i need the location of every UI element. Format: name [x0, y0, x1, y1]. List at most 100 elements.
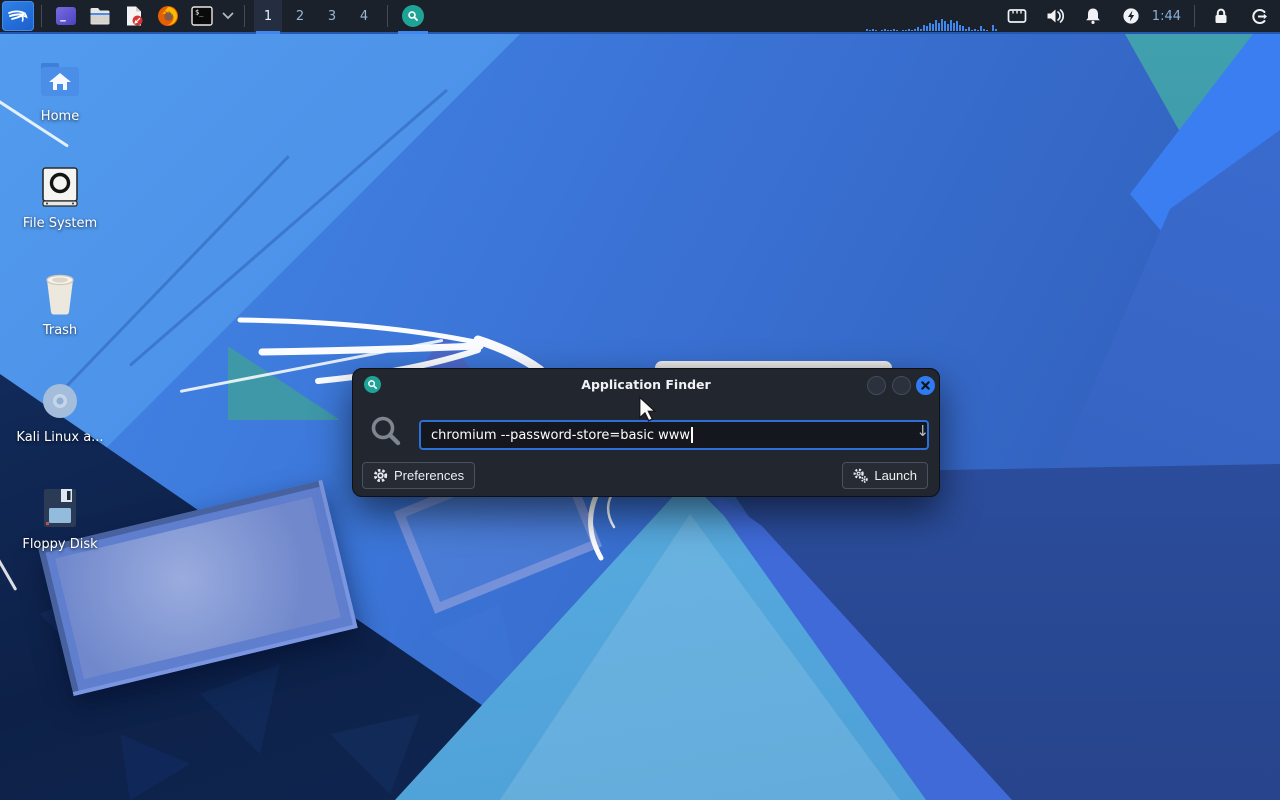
cpu-graph-bar	[871, 28, 874, 31]
chevron-down-icon	[222, 12, 234, 20]
desktop-icon-label: Floppy Disk	[22, 537, 98, 552]
clock[interactable]: 1:44	[1152, 9, 1181, 24]
cpu-graph-bar	[961, 26, 964, 31]
execute-gears-icon	[853, 468, 869, 483]
cpu-graph-bar	[982, 28, 985, 31]
workspace-2[interactable]: 2	[286, 0, 314, 32]
launcher-text-editor[interactable]	[121, 3, 147, 29]
application-finder-window: Application Finder chromium --password-s…	[352, 368, 940, 497]
preferences-button[interactable]: Preferences	[362, 462, 476, 489]
cpu-graph-bar	[985, 29, 988, 31]
cpu-graph-bar	[970, 29, 973, 31]
cpu-graph-bar	[976, 29, 979, 31]
notifications-bell-icon[interactable]	[1082, 5, 1104, 27]
cpu-graph-bar	[916, 27, 919, 31]
desktop-icon-file-system[interactable]: File System	[12, 163, 108, 231]
cpu-graph-bar	[892, 28, 895, 31]
cpu-graph-bar	[967, 27, 970, 31]
cpu-graph-bar	[964, 28, 967, 31]
window-icon	[56, 7, 76, 25]
panel-separator	[387, 5, 388, 27]
cpu-graph-bar	[910, 29, 913, 31]
cpu-graph-bar	[994, 28, 997, 31]
cpu-graph-bar	[922, 25, 925, 31]
file-manager-icon	[90, 8, 110, 25]
search-icon	[371, 416, 401, 446]
floppy-icon	[44, 489, 76, 527]
applications-menu-button[interactable]	[2, 1, 34, 31]
cpu-graph-monitor[interactable]	[865, 1, 998, 31]
desktop-icon-trash[interactable]: Trash	[12, 270, 108, 338]
cpu-graph-bar	[874, 29, 877, 31]
launcher-firefox[interactable]	[155, 3, 181, 29]
desktop-icon-kali-cd[interactable]: Kali Linux a...	[12, 377, 108, 445]
text-editor-icon	[127, 6, 143, 26]
cpu-graph-bar	[979, 26, 982, 31]
workspace-3[interactable]: 3	[318, 0, 346, 32]
svg-text:$_: $_	[195, 9, 204, 17]
cpu-graph-bar	[991, 25, 994, 31]
magnifier-icon	[402, 5, 424, 27]
cpu-graph-bar	[949, 20, 952, 31]
kali-desktop-screen: Home File System Trash Kali Linux a... F…	[0, 0, 1280, 800]
launch-button-label: Launch	[874, 468, 917, 483]
cpu-graph-bar	[943, 21, 946, 31]
taskbar-application-finder[interactable]	[395, 0, 431, 34]
cpu-graph-bar	[973, 28, 976, 31]
command-input[interactable]: chromium --password-store=basic www	[419, 420, 929, 450]
cpu-graph-bar	[907, 28, 910, 31]
cpu-graph-bar	[937, 22, 940, 31]
cpu-graph-bar	[940, 19, 943, 31]
cpu-graph-bar	[904, 29, 907, 31]
cpu-graph-bar	[895, 29, 898, 31]
command-input-text: chromium --password-store=basic www	[431, 427, 691, 443]
cpu-graph-bar	[925, 26, 928, 31]
launch-button[interactable]: Launch	[842, 462, 928, 489]
panel-separator	[244, 5, 245, 27]
cpu-graph-bar	[886, 29, 889, 31]
panel-separator	[1194, 5, 1195, 27]
cpu-graph-bar	[928, 22, 931, 31]
volume-icon[interactable]	[1044, 5, 1066, 27]
lock-icon[interactable]	[1210, 5, 1232, 27]
cpu-graph-bar	[913, 28, 916, 31]
desktop-icon-home[interactable]: Home	[12, 56, 108, 124]
text-caret	[691, 427, 693, 443]
minimize-button[interactable]	[867, 376, 886, 395]
desktop-wallpaper: Home File System Trash Kali Linux a... F…	[0, 34, 1280, 800]
drive-icon	[42, 167, 78, 207]
desktop-icon-label: Kali Linux a...	[16, 430, 104, 445]
maximize-button[interactable]	[892, 376, 911, 395]
firefox-icon	[158, 6, 178, 26]
window-title: Application Finder	[581, 377, 711, 392]
cpu-graph-bar	[919, 28, 922, 31]
cpu-graph-bar	[880, 29, 883, 31]
network-icon[interactable]	[1006, 5, 1028, 27]
launcher-menu-chevron[interactable]	[221, 3, 235, 29]
cpu-graph-bar	[955, 21, 958, 31]
disc-icon	[43, 384, 77, 418]
terminal-icon: $_	[191, 6, 213, 26]
launcher-terminal[interactable]: $_	[189, 3, 215, 29]
home-folder-icon	[41, 63, 79, 96]
power-manager-icon[interactable]	[1120, 5, 1142, 27]
desktop-icon-label: Trash	[42, 323, 78, 338]
desktop-icon-floppy-disk[interactable]: Floppy Disk	[12, 484, 108, 552]
trash-icon	[46, 274, 74, 315]
gear-icon	[373, 468, 388, 483]
cpu-graph-bar	[883, 28, 886, 31]
close-button[interactable]	[916, 376, 935, 395]
desktop-icon-label: File System	[22, 216, 98, 231]
cpu-graph-bar	[868, 29, 871, 31]
desktop-icon-label: Home	[40, 109, 80, 124]
preferences-button-label: Preferences	[394, 468, 465, 483]
logout-icon[interactable]	[1248, 5, 1270, 27]
workspace-4[interactable]: 4	[350, 0, 378, 32]
cpu-graph-bar	[958, 25, 961, 31]
combo-dropdown-icon[interactable]: ↓	[916, 424, 929, 439]
launcher-window[interactable]	[53, 3, 79, 29]
launcher-file-manager[interactable]	[87, 3, 113, 29]
cpu-graph-bar	[934, 20, 937, 31]
mouse-cursor	[639, 396, 657, 422]
workspace-1[interactable]: 1	[254, 0, 282, 34]
